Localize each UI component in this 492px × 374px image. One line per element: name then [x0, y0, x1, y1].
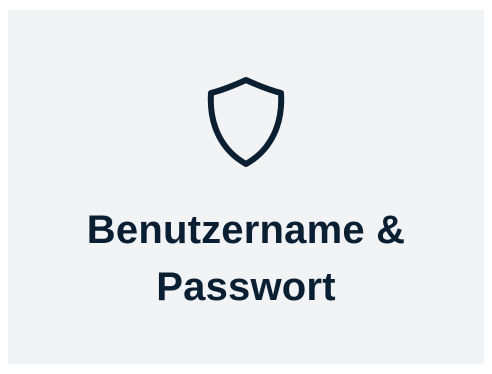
login-option-card[interactable]: Benutzername & Passwort	[8, 10, 484, 364]
shield-icon	[200, 72, 292, 172]
card-title: Benutzername & Passwort	[86, 208, 406, 309]
